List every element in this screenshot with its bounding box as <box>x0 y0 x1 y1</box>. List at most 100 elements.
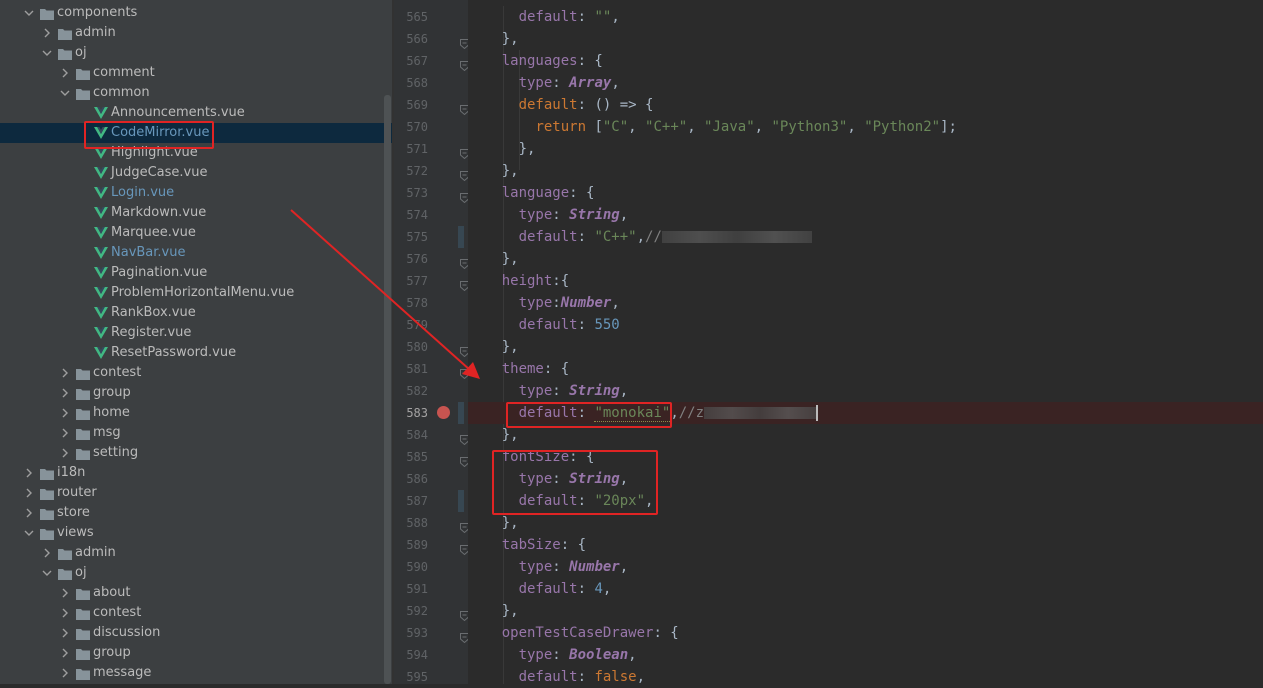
tree-file-announcements-vue[interactable]: Announcements.vue <box>0 103 392 123</box>
chevron-right-icon[interactable] <box>60 428 70 438</box>
code-line[interactable]: return ["C", "C++", "Java", "Python3", "… <box>468 116 1263 138</box>
code-line[interactable]: }, <box>468 160 1263 182</box>
code-line[interactable]: tabSize: { <box>468 534 1263 556</box>
line-number[interactable]: 583 <box>394 402 428 424</box>
tree-folder-contest[interactable]: contest <box>0 363 392 383</box>
line-number[interactable]: 582 <box>394 380 428 402</box>
tree-folder-i18n[interactable]: i18n <box>0 463 392 483</box>
line-number[interactable]: 588 <box>394 512 428 534</box>
tree-file-pagination-vue[interactable]: Pagination.vue <box>0 263 392 283</box>
tree-file-rankbox-vue[interactable]: RankBox.vue <box>0 303 392 323</box>
code-line[interactable]: }, <box>468 336 1263 358</box>
tree-folder-views[interactable]: views <box>0 523 392 543</box>
code-line[interactable]: openTestCaseDrawer: { <box>468 622 1263 644</box>
tree-folder-store[interactable]: store <box>0 503 392 523</box>
tree-file-resetpassword-vue[interactable]: ResetPassword.vue <box>0 343 392 363</box>
line-number[interactable]: 578 <box>394 292 428 314</box>
tree-folder-oj[interactable]: oj <box>0 43 392 63</box>
code-line[interactable]: }, <box>468 138 1263 160</box>
code-line[interactable]: language: { <box>468 182 1263 204</box>
code-editor[interactable]: default: "", }, languages: { type: Array… <box>468 0 1263 684</box>
line-number[interactable]: 568 <box>394 72 428 94</box>
chevron-right-icon[interactable] <box>60 668 70 678</box>
chevron-down-icon[interactable] <box>42 48 52 58</box>
tree-file-judgecase-vue[interactable]: JudgeCase.vue <box>0 163 392 183</box>
code-line[interactable]: default: 4, <box>468 578 1263 600</box>
tree-folder-home[interactable]: home <box>0 403 392 423</box>
code-line[interactable]: }, <box>468 248 1263 270</box>
line-number[interactable]: 586 <box>394 468 428 490</box>
tree-file-navbar-vue[interactable]: NavBar.vue <box>0 243 392 263</box>
change-marker[interactable] <box>458 490 464 512</box>
code-line[interactable]: }, <box>468 600 1263 622</box>
tree-folder-group[interactable]: group <box>0 643 392 663</box>
code-line[interactable]: default: () => { <box>468 94 1263 116</box>
tree-folder-about[interactable]: about <box>0 583 392 603</box>
line-number[interactable]: 585 <box>394 446 428 468</box>
chevron-right-icon[interactable] <box>24 508 34 518</box>
line-number[interactable]: 576 <box>394 248 428 270</box>
tree-folder-msg[interactable]: msg <box>0 423 392 443</box>
code-line[interactable]: default: "C++",// <box>468 226 1263 248</box>
tree-file-problemhorizontalmenu-vue[interactable]: ProblemHorizontalMenu.vue <box>0 283 392 303</box>
chevron-right-icon[interactable] <box>60 648 70 658</box>
tree-file-login-vue[interactable]: Login.vue <box>0 183 392 203</box>
tree-folder-message[interactable]: message <box>0 663 392 683</box>
tree-file-markdown-vue[interactable]: Markdown.vue <box>0 203 392 223</box>
tree-folder-group[interactable]: group <box>0 383 392 403</box>
line-number[interactable]: 594 <box>394 644 428 666</box>
code-line[interactable]: type:Number, <box>468 292 1263 314</box>
chevron-right-icon[interactable] <box>42 548 52 558</box>
code-line[interactable]: type: Number, <box>468 556 1263 578</box>
tree-folder-common[interactable]: common <box>0 83 392 103</box>
tree-folder-discussion[interactable]: discussion <box>0 623 392 643</box>
tree-file-register-vue[interactable]: Register.vue <box>0 323 392 343</box>
change-marker[interactable] <box>458 402 464 424</box>
line-number[interactable]: 592 <box>394 600 428 622</box>
line-number[interactable]: 569 <box>394 94 428 116</box>
line-number[interactable]: 584 <box>394 424 428 446</box>
code-line[interactable]: default: false, <box>468 666 1263 684</box>
code-line[interactable]: type: Boolean, <box>468 644 1263 666</box>
line-number[interactable]: 574 <box>394 204 428 226</box>
chevron-right-icon[interactable] <box>60 588 70 598</box>
chevron-right-icon[interactable] <box>60 388 70 398</box>
line-number[interactable]: 580 <box>394 336 428 358</box>
line-number[interactable]: 575 <box>394 226 428 248</box>
line-number[interactable]: 567 <box>394 50 428 72</box>
line-number[interactable]: 577 <box>394 270 428 292</box>
chevron-right-icon[interactable] <box>60 408 70 418</box>
line-number[interactable]: 570 <box>394 116 428 138</box>
tree-folder-comment[interactable]: comment <box>0 63 392 83</box>
code-line[interactable]: type: String, <box>468 204 1263 226</box>
breakpoint-icon[interactable] <box>437 406 450 419</box>
chevron-down-icon[interactable] <box>42 568 52 578</box>
line-number[interactable]: 565 <box>394 6 428 28</box>
line-number[interactable]: 595 <box>394 666 428 688</box>
chevron-right-icon[interactable] <box>60 368 70 378</box>
tree-file-marquee-vue[interactable]: Marquee.vue <box>0 223 392 243</box>
line-number[interactable]: 579 <box>394 314 428 336</box>
code-line[interactable]: }, <box>468 28 1263 50</box>
chevron-right-icon[interactable] <box>60 628 70 638</box>
line-number[interactable]: 571 <box>394 138 428 160</box>
code-line[interactable]: languages: { <box>468 50 1263 72</box>
line-number[interactable]: 581 <box>394 358 428 380</box>
code-line[interactable]: default: 550 <box>468 314 1263 336</box>
line-number[interactable]: 591 <box>394 578 428 600</box>
tree-folder-router[interactable]: router <box>0 483 392 503</box>
line-number[interactable]: 573 <box>394 182 428 204</box>
chevron-right-icon[interactable] <box>42 28 52 38</box>
chevron-down-icon[interactable] <box>60 88 70 98</box>
chevron-right-icon[interactable] <box>24 488 34 498</box>
tree-folder-setting[interactable]: setting <box>0 443 392 463</box>
code-line[interactable]: height:{ <box>468 270 1263 292</box>
line-number[interactable]: 572 <box>394 160 428 182</box>
tree-folder-oj[interactable]: oj <box>0 563 392 583</box>
line-number[interactable]: 587 <box>394 490 428 512</box>
code-line[interactable]: type: String, <box>468 380 1263 402</box>
line-number[interactable]: 590 <box>394 556 428 578</box>
tree-folder-admin[interactable]: admin <box>0 543 392 563</box>
change-marker[interactable] <box>458 226 464 248</box>
chevron-right-icon[interactable] <box>60 68 70 78</box>
